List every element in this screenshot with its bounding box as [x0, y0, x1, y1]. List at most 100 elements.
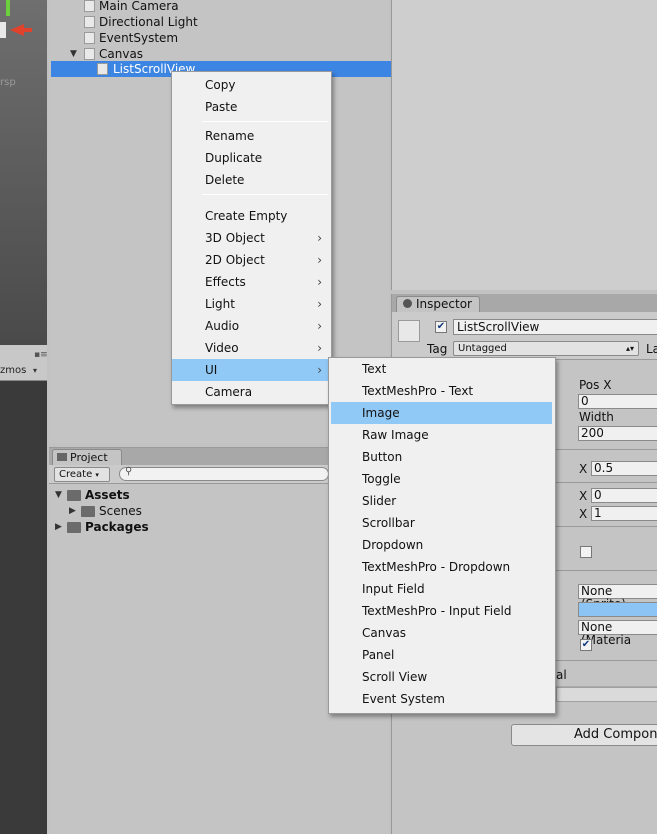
ui-item-textmeshpro-dropdown[interactable]: TextMeshPro - Dropdown [329, 556, 555, 578]
submenu-arrow-icon: › [317, 319, 322, 333]
menu-item-camera[interactable]: Camera [172, 381, 331, 403]
ui-item-scrollbar[interactable]: Scrollbar [329, 512, 555, 534]
dropdown-arrow-icon[interactable]: ▾ [33, 366, 37, 375]
add-component-button[interactable]: Add Compone [511, 724, 657, 746]
search-input[interactable]: ⚲ [119, 466, 329, 481]
menu-item-delete[interactable]: Delete [172, 169, 331, 191]
ui-item-scroll-view[interactable]: Scroll View [329, 666, 555, 688]
scene-view[interactable]: rsp ▪≡ zmos ▾ [0, 0, 47, 834]
tag-dropdown[interactable]: Untagged ▴▾ [453, 341, 639, 356]
color-field[interactable] [578, 602, 657, 617]
menu-item-effects[interactable]: Effects › [172, 271, 331, 293]
max-x-field[interactable]: 1 [591, 506, 657, 521]
menu-item-light[interactable]: Light › [172, 293, 331, 315]
gizmo-x-axis-icon [20, 28, 32, 32]
menu-item-label: UI [205, 363, 218, 377]
dropdown-arrow-icon: ▾ [95, 471, 99, 479]
gizmo-cube-icon[interactable] [0, 22, 6, 38]
project-item-label: Packages [85, 520, 149, 534]
menu-item-label: Light [205, 297, 235, 311]
gameobject-cube-icon [398, 320, 420, 342]
menu-item-2d-object[interactable]: 2D Object › [172, 249, 331, 271]
tab-inspector[interactable]: Inspector [396, 296, 480, 312]
folder-icon [67, 490, 81, 501]
ui-item-toggle[interactable]: Toggle [329, 468, 555, 490]
width-label: Width [579, 410, 614, 424]
component-partial-label: al [556, 668, 567, 682]
hierarchy-item-directional-light[interactable]: Directional Light [49, 14, 389, 30]
hierarchy-item-label: Directional Light [99, 15, 198, 29]
gameobject-icon [84, 48, 95, 60]
tab-project[interactable]: Project [52, 449, 122, 465]
raycast-target-checkbox[interactable]: ✔ [580, 639, 592, 651]
component-bar [556, 687, 657, 702]
project-item-label: Assets [85, 488, 130, 502]
menu-item-audio[interactable]: Audio › [172, 315, 331, 337]
gizmo-y-axis-icon[interactable] [6, 0, 10, 16]
game-view [0, 381, 47, 834]
ui-item-button[interactable]: Button [329, 446, 555, 468]
width-field[interactable]: 200 [578, 426, 657, 441]
anchor-x-field[interactable]: 0.5 [591, 461, 657, 476]
foldout-collapsed-icon[interactable]: ▶ [69, 503, 76, 519]
menu-item-label: Effects [205, 275, 246, 289]
material-field[interactable]: None (Materia [578, 620, 657, 647]
menu-item-label: 3D Object [205, 231, 265, 245]
gameobject-icon [97, 63, 108, 75]
ui-item-image[interactable]: Image [331, 402, 552, 424]
foldout-expanded-icon[interactable]: ▼ [55, 487, 62, 503]
folder-icon [67, 522, 81, 533]
menu-item-label: Audio [205, 319, 240, 333]
menu-handle-icon[interactable]: ▪≡ [34, 350, 47, 360]
min-x-field[interactable]: 0 [591, 488, 657, 503]
menu-item-rename[interactable]: Rename [172, 125, 331, 147]
hierarchy-item-canvas[interactable]: ▼ Canvas [49, 46, 389, 62]
gameobject-icon [84, 0, 95, 12]
menu-separator [202, 121, 328, 122]
foldout-collapsed-icon[interactable]: ▶ [55, 519, 62, 535]
active-checkbox[interactable]: ✔ [435, 321, 447, 333]
pos-x-field[interactable]: 0 [578, 394, 657, 409]
max-x-label: X [579, 507, 588, 521]
ui-item-dropdown[interactable]: Dropdown [329, 534, 555, 556]
gizmos-dropdown[interactable]: zmos [0, 365, 26, 376]
ui-item-canvas[interactable]: Canvas [329, 622, 555, 644]
ui-item-text[interactable]: Text [329, 358, 555, 380]
ui-item-event-system[interactable]: Event System [329, 688, 555, 710]
menu-item-ui[interactable]: UI › [172, 359, 331, 381]
ui-item-textmeshpro-input-field[interactable]: TextMeshPro - Input Field [329, 600, 555, 622]
create-button[interactable]: Create ▾ [54, 467, 110, 482]
menu-item-3d-object[interactable]: 3D Object › [172, 227, 331, 249]
menu-item-label: Video [205, 341, 239, 355]
tab-inspector-label: Inspector [416, 297, 472, 311]
source-image-field[interactable]: None (Sprite) [578, 584, 657, 611]
layer-label: La [646, 342, 657, 356]
tab-project-label: Project [70, 451, 108, 464]
ui-item-input-field[interactable]: Input Field [329, 578, 555, 600]
dropdown-arrow-icon: ▴▾ [625, 344, 634, 353]
hierarchy-item-eventsystem[interactable]: EventSystem [49, 30, 389, 46]
gameobject-icon [84, 32, 95, 44]
ui-item-panel[interactable]: Panel [329, 644, 555, 666]
ui-item-textmeshpro-text[interactable]: TextMeshPro - Text [329, 380, 555, 402]
submenu-arrow-icon: › [317, 231, 322, 245]
gameobject-icon [84, 16, 95, 28]
menu-item-duplicate[interactable]: Duplicate [172, 147, 331, 169]
menu-item-create-empty[interactable]: Create Empty [172, 205, 331, 227]
object-name-field[interactable]: ListScrollView [453, 319, 657, 335]
create-label: Create [59, 469, 93, 480]
inspector-header: ✔ ListScrollView Tag Untagged ▴▾ La [392, 312, 657, 360]
pos-x-label: Pos X [579, 378, 612, 392]
persp-label[interactable]: rsp [0, 77, 16, 88]
submenu-arrow-icon: › [317, 253, 322, 267]
ui-item-slider[interactable]: Slider [329, 490, 555, 512]
menu-item-video[interactable]: Video › [172, 337, 331, 359]
hierarchy-item-main-camera[interactable]: Main Camera [49, 0, 389, 14]
component-checkbox[interactable] [580, 546, 592, 558]
project-item-label: Scenes [99, 504, 142, 518]
menu-item-paste[interactable]: Paste [172, 96, 331, 118]
folder-icon [57, 453, 67, 461]
menu-item-copy[interactable]: Copy [172, 74, 331, 96]
ui-item-raw-image[interactable]: Raw Image [329, 424, 555, 446]
foldout-expanded-icon[interactable]: ▼ [70, 46, 77, 62]
